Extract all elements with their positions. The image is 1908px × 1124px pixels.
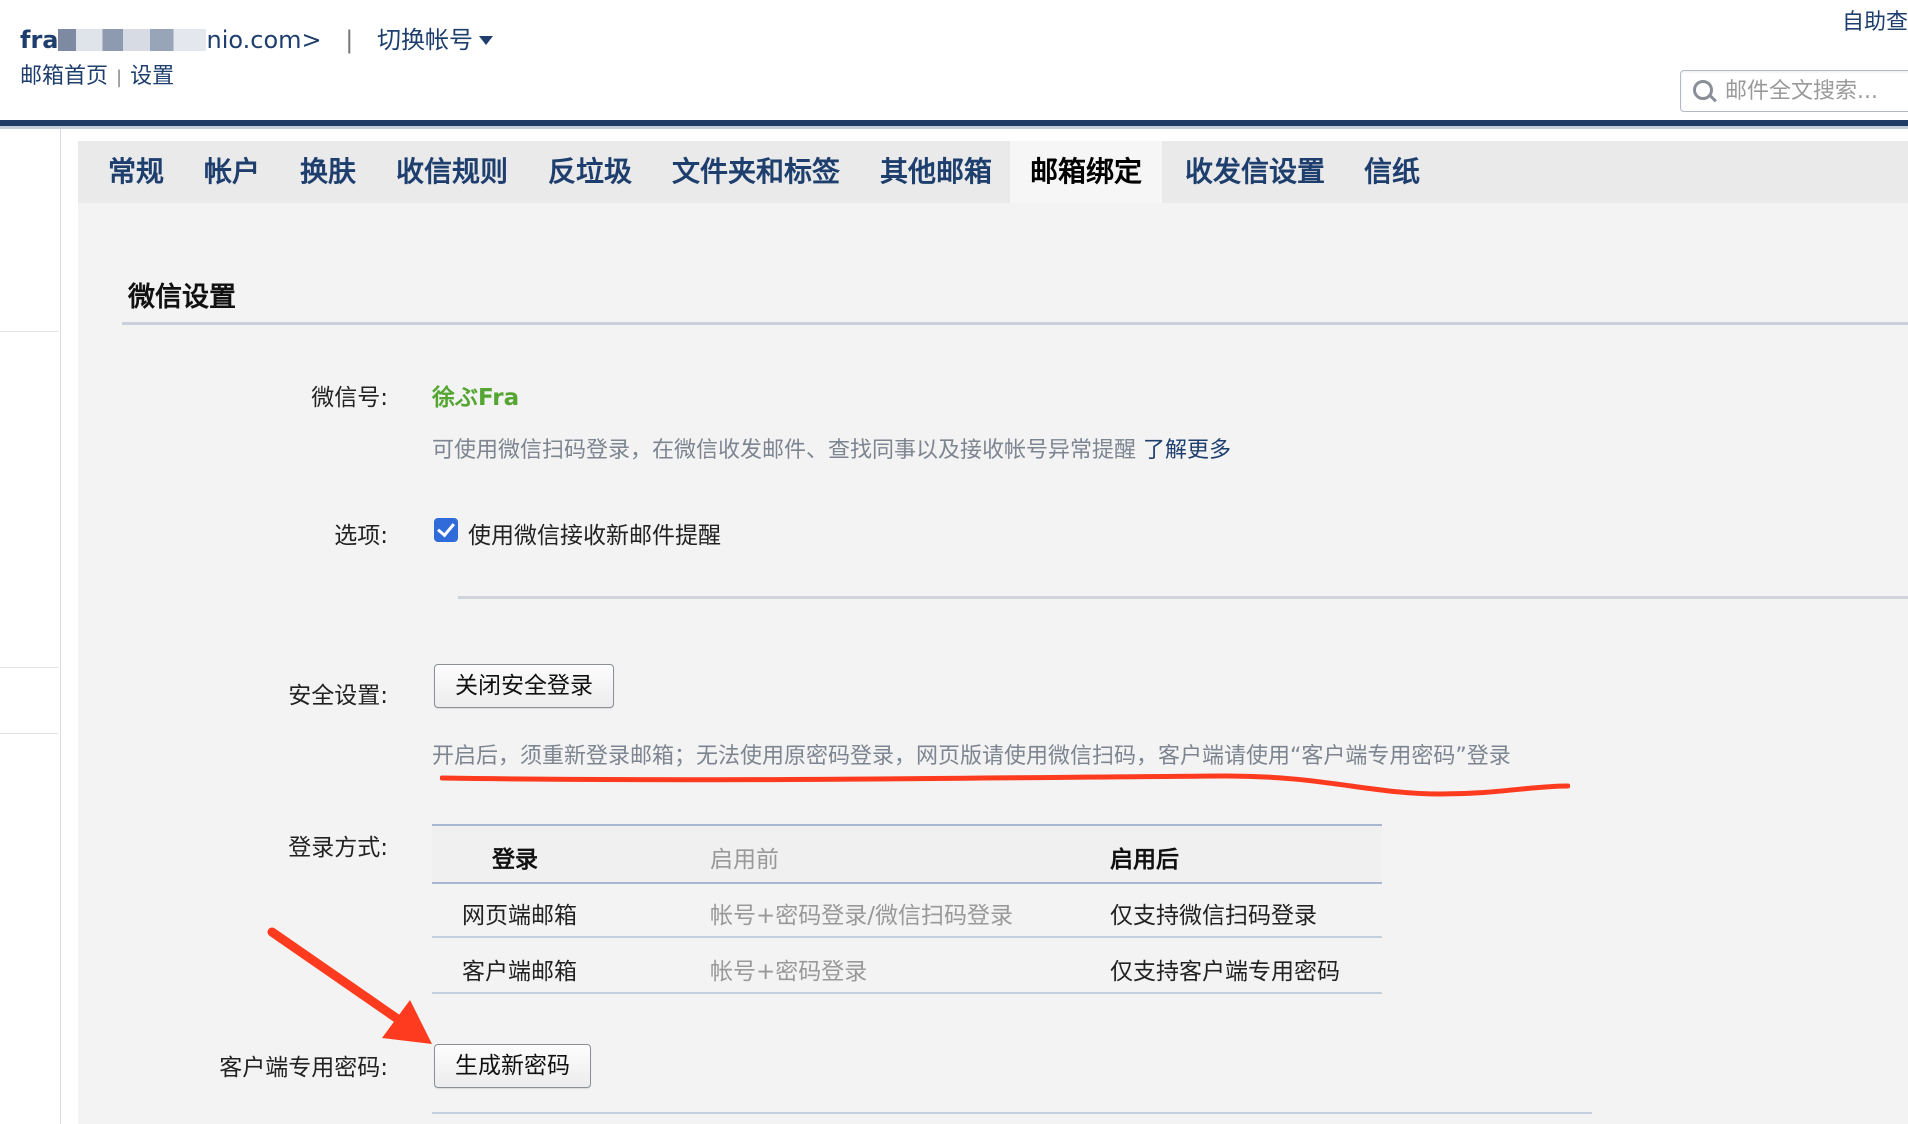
sidebar-divider [0,667,58,668]
security-label: 安全设置: [288,683,388,709]
table-header: 登录 启用前 启用后 [432,824,1382,884]
table-cell: 仅支持客户端专用密码 [1110,959,1340,985]
sidebar-divider [0,733,58,734]
learn-more-link[interactable]: 了解更多 [1143,438,1231,463]
disable-secure-login-button[interactable]: 关闭安全登录 [434,664,614,708]
account-suffix: nio.com> [206,26,322,54]
login-table: 登录 启用前 启用后 网页端邮箱 帐号+密码登录/微信扫码登录 仅支持微信扫码登… [432,824,1382,994]
caret-down-icon [479,36,493,45]
top-header: fra nio.com> | 切换帐号 邮箱首页 | 设置 自助查 [0,0,1908,122]
new-mail-reminder-checkbox[interactable] [434,518,458,542]
tab-other-mail[interactable]: 其他邮箱 [880,141,992,203]
table-cell: 帐号+密码登录 [710,959,868,985]
account-prefix: fra [20,26,59,54]
tab-stationery[interactable]: 信纸 [1364,141,1420,203]
header-separator: | [345,26,354,54]
table-cell: 客户端邮箱 [462,959,577,985]
tab-antispam[interactable]: 反垃圾 [548,141,632,203]
option-label: 选项: [334,523,388,549]
left-sidebar [0,129,61,1124]
search-box[interactable] [1680,70,1908,112]
settings-tabs: 常规 帐户 换肤 收信规则 反垃圾 文件夹和标签 其他邮箱 邮箱绑定 收发信设置… [78,141,1908,203]
header-divider-shadow [0,126,1908,129]
table-header-cell: 启用后 [1110,847,1179,873]
table-row: 客户端邮箱 帐号+密码登录 仅支持客户端专用密码 [432,938,1382,994]
subnav: 邮箱首页 | 设置 [20,58,174,90]
tab-rules[interactable]: 收信规则 [396,141,508,203]
generate-password-button[interactable]: 生成新密码 [434,1044,591,1088]
table-cell: 仅支持微信扫码登录 [1110,903,1317,929]
option-divider [458,596,1908,599]
table-cell: 网页端邮箱 [462,903,577,929]
wechat-id-value: 徐ぶFra [432,385,520,411]
self-help-link[interactable]: 自助查 [1842,4,1908,36]
switch-account-label: 切换帐号 [377,26,473,54]
client-password-label: 客户端专用密码: [219,1055,388,1081]
login-method-label: 登录方式: [288,835,388,861]
table-header-cell: 登录 [492,847,538,873]
settings-link[interactable]: 设置 [130,64,174,89]
security-hint: 开启后，须重新登录邮箱；无法使用原密码登录，网页版请使用微信扫码，客户端请使用“… [432,744,1511,769]
section-title: 微信设置 [128,282,236,313]
table-cell: 帐号+密码登录/微信扫码登录 [710,903,1014,929]
subnav-separator: | [116,67,123,88]
red-underline-annotation [440,773,1570,797]
new-mail-reminder-label[interactable]: 使用微信接收新邮件提醒 [468,516,721,550]
redacted-email [58,29,207,51]
tab-send-receive[interactable]: 收发信设置 [1185,141,1325,203]
red-arrow-annotation [267,927,432,1044]
wechat-id-hint: 可使用微信扫码登录，在微信收发邮件、查找同事以及接收帐号异常提醒 了解更多 [432,432,1231,464]
search-icon [1693,80,1713,100]
section-divider [122,322,1908,325]
tab-skin[interactable]: 换肤 [300,141,356,203]
tab-account[interactable]: 帐户 [204,141,260,203]
account-info: fra nio.com> | 切换帐号 [20,20,493,55]
tab-general[interactable]: 常规 [108,141,164,203]
search-input[interactable] [1723,71,1908,111]
wechat-id-hint-text: 可使用微信扫码登录，在微信收发邮件、查找同事以及接收帐号异常提醒 [432,438,1137,463]
table-header-cell: 启用前 [710,847,779,873]
wechat-id-label: 微信号: [311,385,388,411]
tab-mailbox-binding[interactable]: 邮箱绑定 [1010,141,1163,203]
table-row: 网页端邮箱 帐号+密码登录/微信扫码登录 仅支持微信扫码登录 [432,882,1382,938]
switch-account-link[interactable]: 切换帐号 [377,26,493,54]
sidebar-divider [0,331,58,332]
mailbox-home-link[interactable]: 邮箱首页 [20,64,108,89]
tab-folders[interactable]: 文件夹和标签 [672,141,840,203]
bottom-divider [432,1112,1592,1114]
